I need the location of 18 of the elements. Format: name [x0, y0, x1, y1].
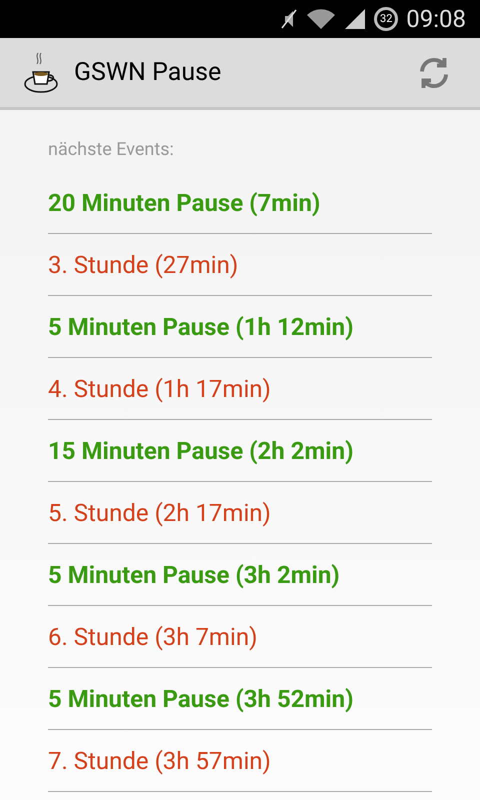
- wifi-icon: [306, 8, 336, 30]
- section-label: nächste Events:: [48, 138, 175, 162]
- event-item[interactable]: 15 Minuten Pause (2h 2min): [48, 420, 432, 482]
- signal-icon: [344, 8, 366, 30]
- muted-icon: [280, 8, 298, 30]
- app-title: GSWN Pause: [74, 56, 222, 89]
- event-item[interactable]: 5 Minuten Pause (3h 2min): [48, 544, 432, 606]
- event-item[interactable]: 4. Stunde (1h 17min): [48, 358, 432, 420]
- event-item[interactable]: 5 Minuten Pause (1h 12min): [48, 296, 432, 358]
- battery-indicator: 32: [374, 7, 398, 31]
- event-item[interactable]: 7. Stunde (3h 57min): [48, 730, 432, 792]
- coffee-cup-icon: [24, 50, 60, 94]
- event-item[interactable]: 20 Minuten Pause (7min): [48, 172, 432, 234]
- event-item[interactable]: 5. Stunde (2h 17min): [48, 482, 432, 544]
- clock: 09:08: [406, 4, 466, 35]
- event-item[interactable]: 6. Stunde (3h 7min): [48, 606, 432, 668]
- event-item[interactable]: 5 Minuten Pause (3h 52min): [48, 668, 432, 730]
- event-item[interactable]: 3. Stunde (27min): [48, 234, 432, 296]
